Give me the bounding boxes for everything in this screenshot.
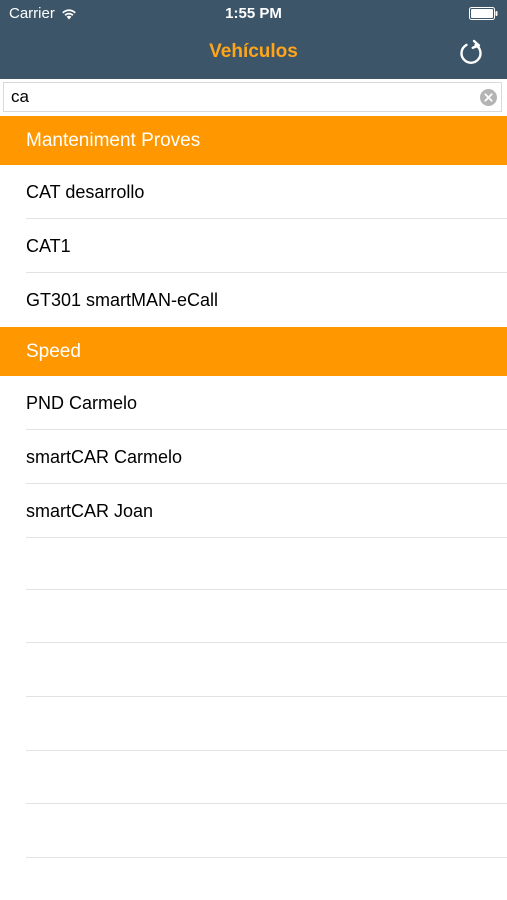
status-bar: Carrier 1:55 PM [0, 0, 507, 28]
divider [26, 804, 507, 859]
divider [26, 751, 507, 805]
refresh-icon[interactable] [457, 39, 485, 67]
list-item[interactable]: PND Carmelo [0, 376, 507, 430]
page-title: Vehículos [209, 41, 298, 62]
section-header: Manteniment Proves [0, 116, 507, 165]
clear-icon[interactable] [480, 89, 497, 106]
divider [26, 590, 507, 644]
divider [26, 643, 507, 698]
list-item[interactable]: smartCAR Joan [0, 484, 507, 538]
search-bar [0, 79, 507, 116]
list-item[interactable]: GT301 smartMAN-eCall [0, 273, 507, 327]
empty-separators [26, 536, 507, 859]
navigation-bar: Vehículos [0, 28, 507, 79]
list-item[interactable]: CAT1 [0, 219, 507, 273]
section-header: Speed [0, 327, 507, 376]
divider [26, 536, 507, 590]
status-time: 1:55 PM [225, 5, 282, 22]
search-input[interactable] [3, 82, 502, 112]
list-item[interactable]: CAT desarrollo [0, 165, 507, 219]
divider [26, 697, 507, 751]
list-item[interactable]: smartCAR Carmelo [0, 430, 507, 484]
vehicle-list: Manteniment Proves CAT desarrollo CAT1 G… [0, 116, 507, 538]
battery-icon [469, 7, 498, 20]
